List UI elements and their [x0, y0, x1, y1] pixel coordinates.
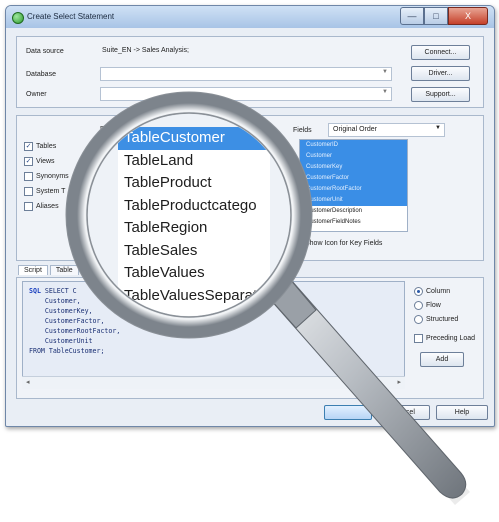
- table-item[interactable]: TableSales: [118, 240, 270, 263]
- table-item[interactable]: TableLand: [118, 150, 270, 173]
- table-item[interactable]: TableProduct: [118, 172, 270, 195]
- tables-list[interactable]: TableCustomer TableLand TableProduct Tab…: [118, 127, 270, 316]
- table-item[interactable]: TableProductcatego: [118, 195, 270, 218]
- table-item[interactable]: TableRegion: [118, 217, 270, 240]
- table-item[interactable]: TableValues: [118, 262, 270, 285]
